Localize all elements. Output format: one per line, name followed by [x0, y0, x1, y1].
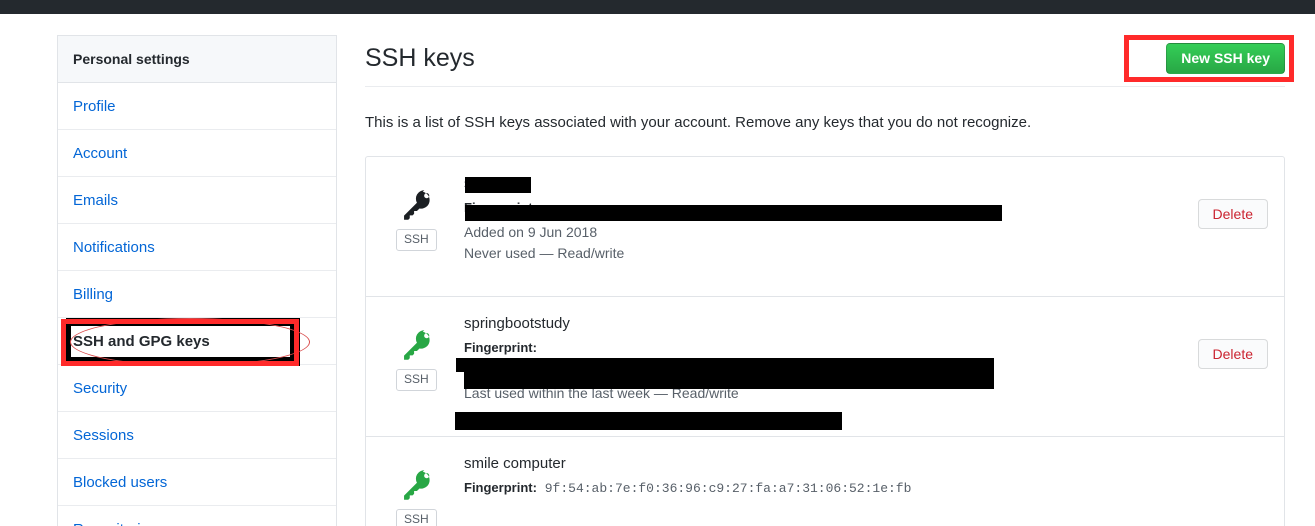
ssh-badge: SSH	[396, 369, 437, 391]
key-fingerprint: Fingerprint:	[464, 200, 1268, 216]
sidebar-item-ssh-and-gpg-keys[interactable]: SSH and GPG keys	[58, 318, 336, 365]
sidebar-item-label: Security	[73, 379, 128, 397]
personal-settings-sidebar: Personal settings Profile Account Emails…	[57, 35, 337, 526]
key-last-used: Last used within the last week — Read/wr…	[464, 385, 739, 401]
page-root: Personal settings Profile Account Emails…	[0, 0, 1315, 526]
key-icon-column: SSH	[396, 173, 464, 251]
key-icon-column: SSH	[396, 313, 464, 391]
key-icon	[404, 470, 430, 500]
key-fingerprint: Fingerprint:	[464, 340, 1268, 356]
key-details: springbootstudy Fingerprint: Added on 16…	[464, 313, 1268, 406]
delete-key-button[interactable]: Delete	[1197, 199, 1268, 229]
sidebar-header-label: Personal settings	[73, 51, 190, 67]
key-fingerprint-label: Fingerprint:	[464, 340, 537, 355]
sidebar-item-label: Sessions	[73, 426, 134, 444]
sidebar-item-sessions[interactable]: Sessions	[58, 412, 336, 459]
key-title: smile	[464, 175, 500, 192]
key-details: smile Fingerprint: Added on 9 Jun 2018 N…	[464, 173, 1268, 266]
key-last-used: Never used — Read/write	[464, 245, 625, 261]
sidebar-item-account[interactable]: Account	[58, 130, 336, 177]
main-content: SSH keys New SSH key This is a list of S…	[365, 35, 1285, 526]
ssh-key-row: SSH springbootstudy Fingerprint: Added o…	[366, 297, 1284, 437]
sidebar-item-security[interactable]: Security	[58, 365, 336, 412]
key-title: smile computer	[464, 455, 566, 472]
key-icon	[404, 190, 430, 220]
sidebar-item-label: Profile	[73, 97, 116, 115]
key-fingerprint-label: Fingerprint:	[464, 200, 537, 215]
key-fingerprint-label: Fingerprint:	[464, 480, 537, 495]
ssh-badge: SSH	[396, 509, 437, 526]
sidebar-item-label: SSH and GPG keys	[73, 332, 210, 350]
sidebar-item-blocked-users[interactable]: Blocked users	[58, 459, 336, 506]
key-details: smile computer Fingerprint: 9f:54:ab:7e:…	[464, 453, 1268, 504]
sidebar-item-label: Billing	[73, 285, 114, 303]
sidebar-header: Personal settings	[58, 36, 336, 83]
sidebar-item-label: Account	[73, 144, 128, 162]
ssh-key-row: SSH smile computer Fingerprint: 9f:54:ab…	[366, 437, 1284, 526]
key-added-date: Added on 16 Aug 2018	[464, 364, 607, 380]
key-title: springbootstudy	[464, 315, 570, 332]
sidebar-item-label: Blocked users	[73, 473, 168, 491]
key-fingerprint: Fingerprint: 9f:54:ab:7e:f0:36:96:c9:27:…	[464, 480, 1268, 496]
sidebar-item-profile[interactable]: Profile	[58, 83, 336, 130]
sidebar-item-billing[interactable]: Billing	[58, 271, 336, 318]
sidebar-item-label: Notifications	[73, 238, 155, 256]
ssh-key-row: SSH smile Fingerprint: Added on 9 Jun 20…	[366, 157, 1284, 297]
sidebar-item-label: Emails	[73, 191, 119, 209]
key-icon-column: SSH	[396, 453, 464, 526]
key-fingerprint-value: 9f:54:ab:7e:f0:36:96:c9:27:fa:a7:31:06:5…	[544, 481, 912, 496]
sidebar-item-repositories[interactable]: Repositories	[58, 506, 336, 526]
ssh-badge: SSH	[396, 229, 437, 251]
sidebar-item-notifications[interactable]: Notifications	[58, 224, 336, 271]
key-added-date: Added on 9 Jun 2018	[464, 224, 598, 240]
key-icon	[404, 330, 430, 360]
delete-key-button[interactable]: Delete	[1197, 339, 1268, 369]
browser-top-bar	[0, 0, 1315, 14]
new-ssh-key-button[interactable]: New SSH key	[1166, 43, 1285, 75]
sidebar-item-label: Repositories	[73, 521, 156, 526]
page-title: SSH keys	[365, 44, 475, 72]
ssh-keys-list: SSH smile Fingerprint: Added on 9 Jun 20…	[365, 156, 1285, 526]
sidebar-item-emails[interactable]: Emails	[58, 177, 336, 224]
page-header: SSH keys New SSH key	[365, 35, 1285, 87]
page-description: This is a list of SSH keys associated wi…	[365, 114, 1032, 131]
